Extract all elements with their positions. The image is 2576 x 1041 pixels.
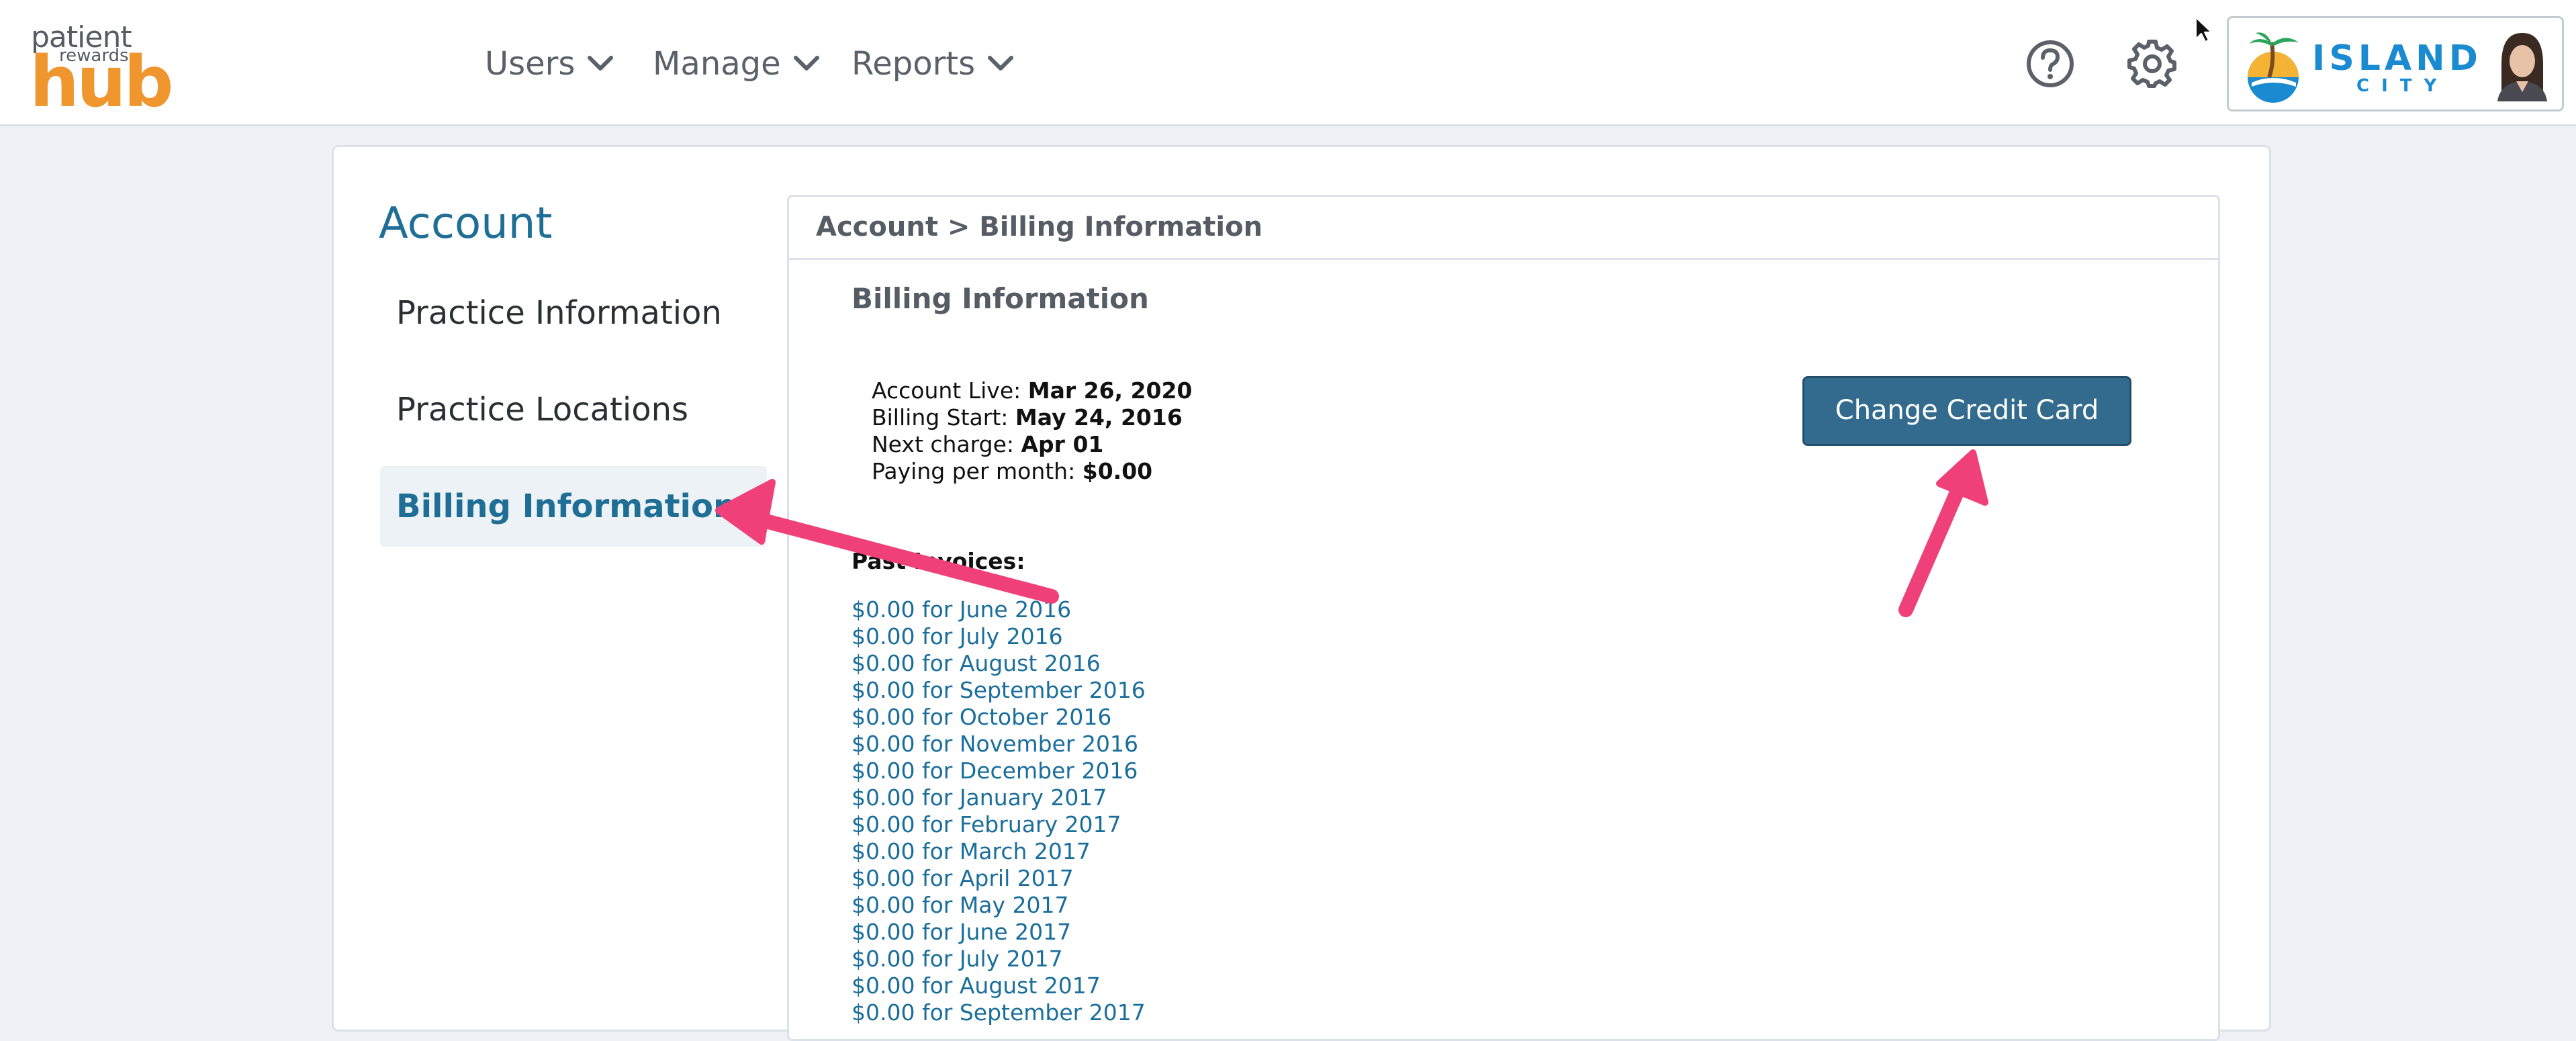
invoice-link[interactable]: $0.00 for September 2016 [852,677,1146,704]
patient-rewards-hub-logo[interactable]: patient rewards hub [30,20,174,117]
nav-reports-menu[interactable]: Reports [852,40,1014,87]
sidebar-item-billing-information[interactable]: Billing Information [380,466,767,547]
info-label: Next charge: [872,431,1015,457]
invoice-link[interactable]: $0.00 for August 2017 [852,972,1146,999]
info-account-live: Account Live: Mar 26, 2020 [872,377,1192,404]
nav-manage-menu[interactable]: Manage [653,40,820,87]
info-value: Apr 01 [1021,431,1104,457]
past-invoices-heading: Past Invoices: [852,548,1025,574]
info-paying-per-month: Paying per month: $0.00 [872,458,1152,484]
nav-users-label: Users [485,45,576,83]
info-label: Billing Start: [872,404,1009,431]
info-value: Mar 26, 2020 [1027,377,1193,404]
section-title: Billing Information [852,282,1149,315]
brand-name-line2: CITY [2356,76,2449,96]
sidebar-item-label: Billing Information [396,488,737,525]
invoice-link[interactable]: $0.00 for April 2017 [852,865,1146,892]
sidebar-item-label: Practice Information [396,294,722,332]
content-header: Account > Billing Information [789,197,2218,260]
invoice-link[interactable]: $0.00 for July 2016 [852,623,1146,650]
invoice-link[interactable]: $0.00 for July 2017 [852,946,1146,972]
info-label: Account Live: [872,377,1021,404]
chevron-down-icon [588,56,614,71]
practice-brand-switcher[interactable]: ISLAND CITY [2227,16,2564,111]
island-logo-icon [2248,32,2299,103]
nav-manage-label: Manage [653,45,781,83]
gear-icon [2127,40,2176,88]
chevron-down-icon [793,56,819,71]
invoice-link[interactable]: $0.00 for March 2017 [852,838,1146,865]
invoice-link[interactable]: $0.00 for January 2017 [852,784,1146,811]
brand-name-line1: ISLAND [2312,38,2482,79]
info-next-charge: Next charge: Apr 01 [872,431,1103,457]
invoice-link[interactable]: $0.00 for February 2017 [852,811,1146,838]
invoice-link[interactable]: $0.00 for May 2017 [852,892,1146,919]
info-value: $0.00 [1082,458,1153,484]
info-value: May 24, 2016 [1015,404,1183,431]
settings-button[interactable] [2127,39,2177,89]
change-credit-card-button[interactable]: Change Credit Card [1802,376,2131,446]
invoice-link[interactable]: $0.00 for November 2016 [852,731,1146,758]
info-billing-start: Billing Start: May 24, 2016 [872,404,1183,431]
logo-text-hub: hub [30,41,174,123]
info-label: Paying per month: [872,458,1076,484]
sidebar-item-practice-information[interactable]: Practice Information [380,273,767,353]
breadcrumb: Account > Billing Information [816,212,1263,242]
invoice-link[interactable]: $0.00 for December 2016 [852,758,1146,784]
invoice-link[interactable]: $0.00 for June 2017 [852,919,1146,946]
user-avatar [2493,28,2551,101]
invoice-link[interactable]: $0.00 for June 2016 [852,596,1146,623]
help-button[interactable] [2025,39,2075,89]
nav-users-menu[interactable]: Users [485,40,614,87]
chevron-down-icon [988,56,1014,71]
sidebar-title: Account [379,199,553,248]
invoice-list: $0.00 for June 2016 $0.00 for July 2016 … [852,596,1146,1026]
invoice-link[interactable]: $0.00 for October 2016 [852,704,1146,731]
sidebar-item-label: Practice Locations [396,391,688,428]
invoice-link[interactable]: $0.00 for August 2016 [852,650,1146,677]
help-icon [2027,40,2074,87]
nav-reports-label: Reports [852,45,976,83]
invoice-link[interactable]: $0.00 for September 2017 [852,999,1146,1026]
top-bar: patient rewards hub Users Manage Reports [0,0,2576,126]
sidebar-item-practice-locations[interactable]: Practice Locations [380,369,767,450]
